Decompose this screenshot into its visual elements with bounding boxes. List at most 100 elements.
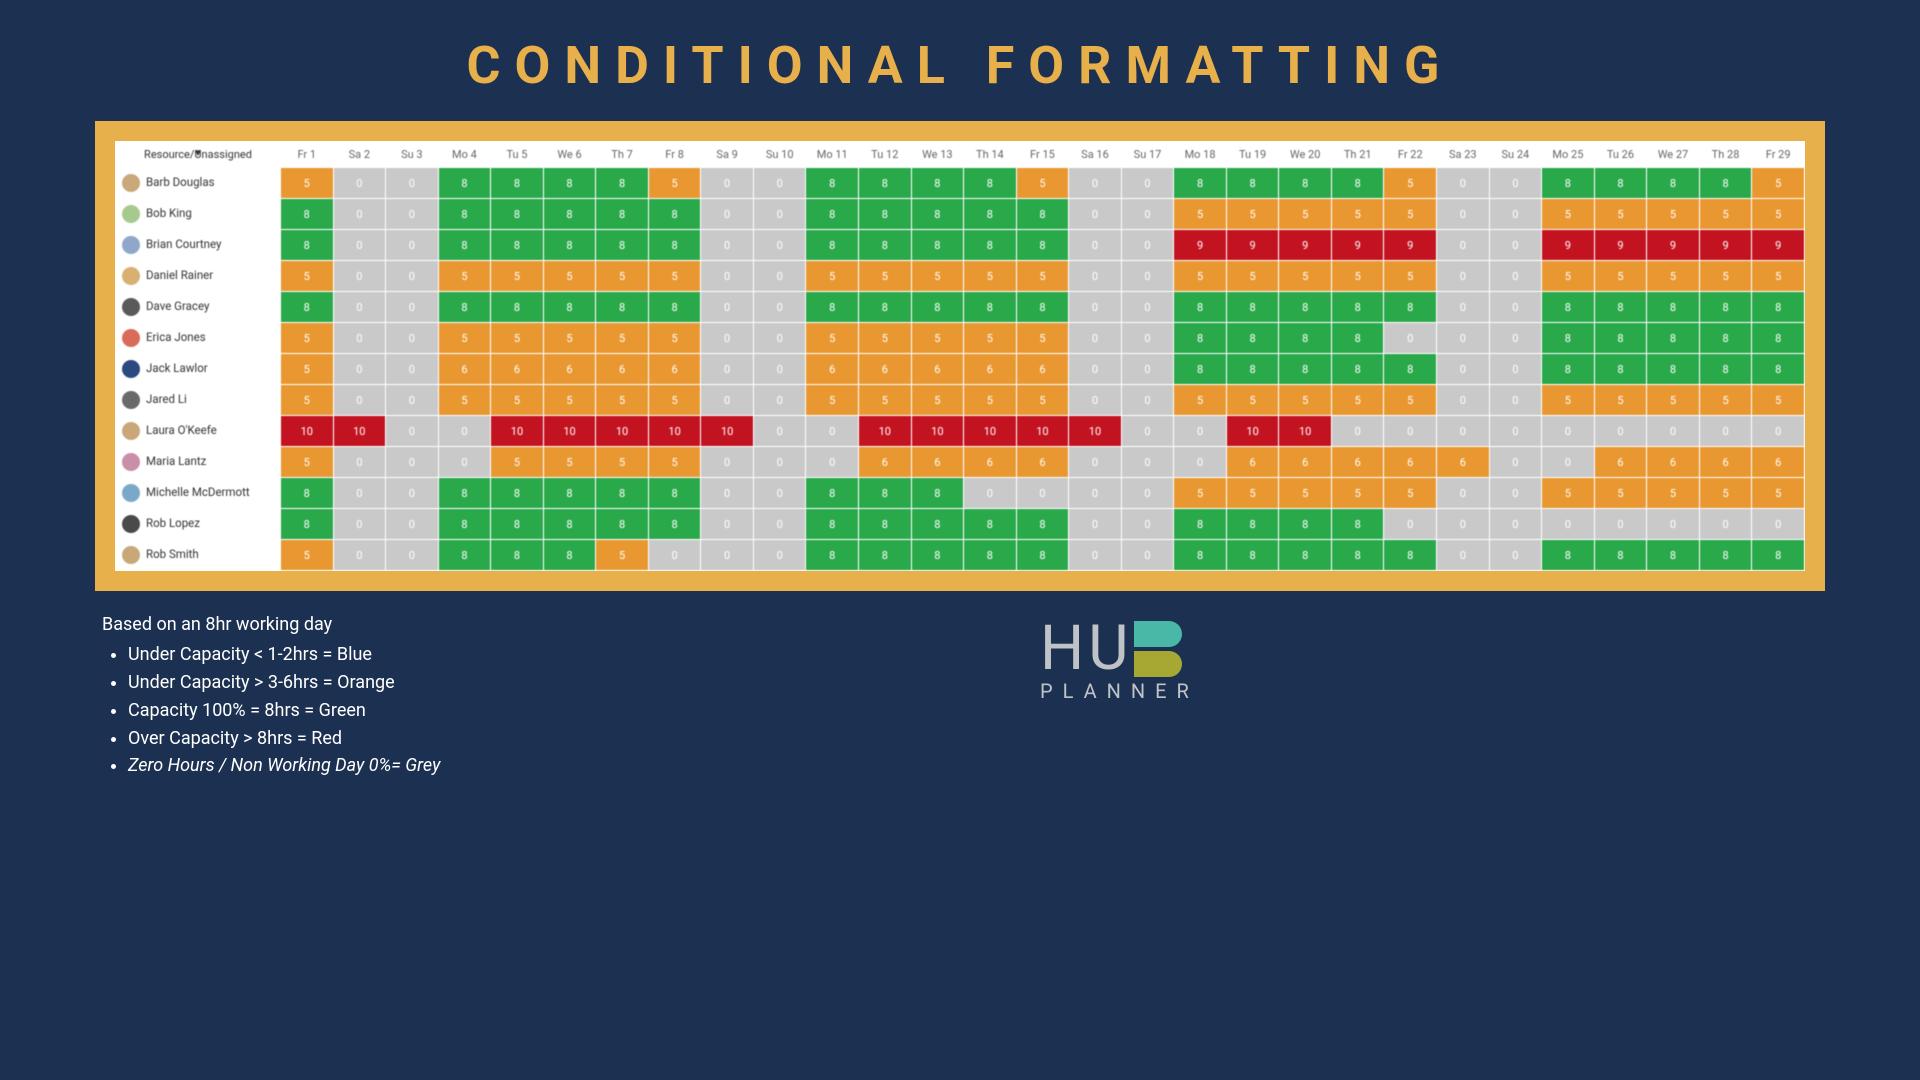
- heatmap-cell[interactable]: 8: [1279, 292, 1331, 322]
- heatmap-cell[interactable]: 8: [649, 230, 701, 260]
- heatmap-cell[interactable]: 10: [964, 416, 1016, 446]
- heatmap-cell[interactable]: 5: [544, 447, 596, 477]
- heatmap-cell[interactable]: 0: [754, 261, 806, 291]
- heatmap-cell[interactable]: 8: [439, 230, 491, 260]
- heatmap-cell[interactable]: 6: [964, 447, 1016, 477]
- heatmap-cell[interactable]: 6: [439, 354, 491, 384]
- column-header-day[interactable]: Mo 25: [1542, 142, 1594, 167]
- heatmap-cell[interactable]: 0: [1069, 385, 1121, 415]
- heatmap-cell[interactable]: 8: [1227, 168, 1279, 198]
- column-header-day[interactable]: Fr 8: [649, 142, 701, 167]
- heatmap-cell[interactable]: 6: [806, 354, 858, 384]
- heatmap-cell[interactable]: 8: [806, 230, 858, 260]
- heatmap-cell[interactable]: 0: [1700, 416, 1752, 446]
- heatmap-cell[interactable]: 5: [1384, 199, 1436, 229]
- heatmap-cell[interactable]: 8: [1542, 354, 1594, 384]
- heatmap-cell[interactable]: 8: [1279, 323, 1331, 353]
- heatmap-cell[interactable]: 8: [1542, 540, 1594, 570]
- heatmap-cell[interactable]: 8: [1174, 354, 1226, 384]
- column-header-day[interactable]: Sa 2: [334, 142, 386, 167]
- heatmap-cell[interactable]: 10: [491, 416, 543, 446]
- heatmap-cell[interactable]: 8: [439, 292, 491, 322]
- heatmap-cell[interactable]: 8: [1017, 230, 1069, 260]
- column-header-day[interactable]: Fr 29: [1752, 142, 1804, 167]
- heatmap-cell[interactable]: 8: [649, 292, 701, 322]
- heatmap-cell[interactable]: 8: [964, 230, 1016, 260]
- column-header-day[interactable]: We 6: [544, 142, 596, 167]
- heatmap-cell[interactable]: 8: [491, 509, 543, 539]
- column-header-day[interactable]: Mo 4: [439, 142, 491, 167]
- heatmap-cell[interactable]: 6: [859, 447, 911, 477]
- heatmap-cell[interactable]: 0: [1384, 509, 1436, 539]
- heatmap-cell[interactable]: 5: [1700, 261, 1752, 291]
- heatmap-cell[interactable]: 5: [649, 323, 701, 353]
- column-header-day[interactable]: Sa 16: [1069, 142, 1121, 167]
- heatmap-cell[interactable]: 8: [1700, 292, 1752, 322]
- heatmap-cell[interactable]: 8: [596, 509, 648, 539]
- heatmap-cell[interactable]: 0: [1437, 168, 1489, 198]
- heatmap-cell[interactable]: 5: [649, 447, 701, 477]
- heatmap-cell[interactable]: 8: [491, 478, 543, 508]
- heatmap-cell[interactable]: 5: [1542, 478, 1594, 508]
- resource-name-cell[interactable]: Jack Lawlor: [116, 354, 280, 384]
- heatmap-cell[interactable]: 8: [912, 292, 964, 322]
- heatmap-cell[interactable]: 5: [1227, 385, 1279, 415]
- column-header-resource[interactable]: ▼Resource/Unassigned: [116, 142, 280, 167]
- heatmap-cell[interactable]: 5: [1279, 478, 1331, 508]
- column-header-day[interactable]: Th 21: [1332, 142, 1384, 167]
- heatmap-cell[interactable]: 8: [1595, 354, 1647, 384]
- heatmap-cell[interactable]: 5: [1647, 385, 1699, 415]
- heatmap-cell[interactable]: 8: [544, 292, 596, 322]
- heatmap-cell[interactable]: 8: [281, 509, 333, 539]
- heatmap-cell[interactable]: 6: [1384, 447, 1436, 477]
- heatmap-cell[interactable]: 5: [1017, 168, 1069, 198]
- heatmap-cell[interactable]: 0: [1122, 385, 1174, 415]
- heatmap-cell[interactable]: 0: [1122, 230, 1174, 260]
- heatmap-cell[interactable]: 8: [912, 168, 964, 198]
- heatmap-cell[interactable]: 0: [1437, 292, 1489, 322]
- heatmap-cell[interactable]: 5: [964, 261, 1016, 291]
- heatmap-cell[interactable]: 8: [1227, 323, 1279, 353]
- column-header-day[interactable]: Mo 18: [1174, 142, 1226, 167]
- heatmap-cell[interactable]: 8: [1384, 354, 1436, 384]
- heatmap-cell[interactable]: 9: [1752, 230, 1804, 260]
- heatmap-cell[interactable]: 0: [386, 540, 438, 570]
- heatmap-cell[interactable]: 0: [1122, 416, 1174, 446]
- heatmap-cell[interactable]: 8: [806, 199, 858, 229]
- heatmap-cell[interactable]: 8: [1647, 354, 1699, 384]
- heatmap-cell[interactable]: 5: [1752, 385, 1804, 415]
- heatmap-cell[interactable]: 0: [1384, 323, 1436, 353]
- heatmap-cell[interactable]: 0: [1069, 509, 1121, 539]
- heatmap-cell[interactable]: 0: [1490, 354, 1542, 384]
- heatmap-cell[interactable]: 8: [859, 292, 911, 322]
- heatmap-cell[interactable]: 8: [281, 478, 333, 508]
- heatmap-cell[interactable]: 8: [1332, 292, 1384, 322]
- heatmap-cell[interactable]: 8: [964, 168, 1016, 198]
- column-header-day[interactable]: Su 24: [1490, 142, 1542, 167]
- heatmap-cell[interactable]: 0: [754, 168, 806, 198]
- heatmap-cell[interactable]: 0: [1122, 323, 1174, 353]
- heatmap-cell[interactable]: 8: [1174, 540, 1226, 570]
- resource-name-cell[interactable]: Maria Lantz: [116, 447, 280, 477]
- heatmap-cell[interactable]: 8: [596, 478, 648, 508]
- heatmap-cell[interactable]: 5: [1332, 478, 1384, 508]
- heatmap-cell[interactable]: 0: [1437, 540, 1489, 570]
- heatmap-cell[interactable]: 8: [596, 230, 648, 260]
- heatmap-cell[interactable]: 0: [649, 540, 701, 570]
- heatmap-cell[interactable]: 5: [1647, 261, 1699, 291]
- heatmap-cell[interactable]: 0: [701, 447, 753, 477]
- heatmap-cell[interactable]: 8: [1279, 509, 1331, 539]
- heatmap-cell[interactable]: 8: [1174, 168, 1226, 198]
- heatmap-cell[interactable]: 0: [1122, 261, 1174, 291]
- heatmap-cell[interactable]: 0: [1437, 509, 1489, 539]
- heatmap-cell[interactable]: 8: [491, 292, 543, 322]
- heatmap-cell[interactable]: 8: [439, 509, 491, 539]
- heatmap-cell[interactable]: 0: [1437, 354, 1489, 384]
- heatmap-cell[interactable]: 0: [1069, 230, 1121, 260]
- heatmap-cell[interactable]: 5: [1227, 261, 1279, 291]
- heatmap-cell[interactable]: 0: [701, 478, 753, 508]
- heatmap-cell[interactable]: 5: [649, 385, 701, 415]
- heatmap-cell[interactable]: 10: [701, 416, 753, 446]
- heatmap-cell[interactable]: 5: [491, 261, 543, 291]
- heatmap-cell[interactable]: 6: [1647, 447, 1699, 477]
